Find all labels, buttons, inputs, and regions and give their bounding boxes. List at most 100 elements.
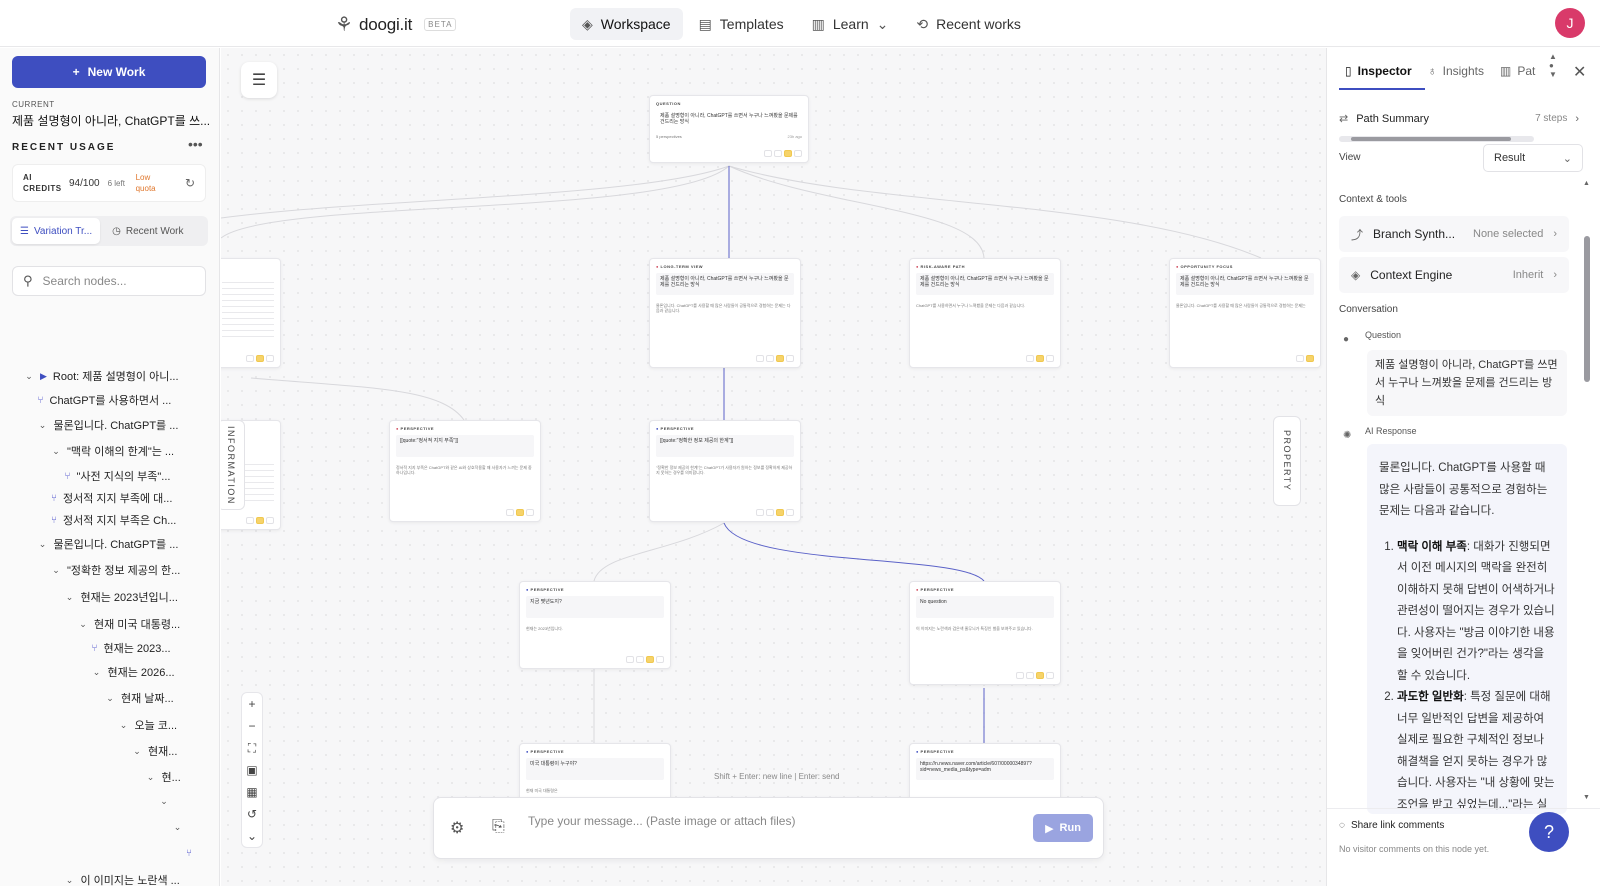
tree-item[interactable]: ⑂ 정서적 지지 부족은 Ch... bbox=[51, 512, 176, 528]
node-question: 제품 설명형이 아니라, ChatGPT를 쓰면서 누구나 느껴봤을 문제를 건… bbox=[916, 273, 1054, 295]
settings-icon[interactable]: ⚙ bbox=[450, 818, 464, 838]
close-icon[interactable]: ✕ bbox=[1573, 62, 1586, 82]
tree-item[interactable]: ⌄ 현재... bbox=[132, 743, 177, 759]
chevron-down-icon[interactable]: ⌄ bbox=[38, 539, 48, 550]
zoom-out-icon[interactable]: − bbox=[241, 715, 263, 737]
tree-item[interactable]: ⌄ "정확한 정보 제공의 한... bbox=[51, 562, 180, 578]
chevron-down-icon[interactable]: ⌄ bbox=[24, 371, 34, 382]
chevron-down-icon[interactable]: ⌄ bbox=[65, 875, 75, 886]
workspace-canvas[interactable]: ☰ QUESTION 제품 설명형이 아니라, ChatGPT를 쓰면서 누구나… bbox=[221, 48, 1326, 886]
message-input[interactable]: Type your message... (Paste image or att… bbox=[528, 814, 795, 828]
node-actions[interactable] bbox=[756, 509, 794, 516]
tree-item[interactable]: ⌄ "맥락 이해의 한계"는 ... bbox=[51, 443, 174, 459]
tab-insights[interactable]: ♁ Insights bbox=[1428, 48, 1484, 94]
chevron-down-icon[interactable]: ⌄ bbox=[119, 720, 129, 731]
tab-scrollbar-thumb[interactable] bbox=[1351, 137, 1511, 141]
node-actions[interactable] bbox=[764, 150, 802, 157]
node-actions[interactable] bbox=[1026, 355, 1054, 362]
zoom-in-icon[interactable]: + bbox=[241, 693, 263, 715]
node-actions[interactable] bbox=[1296, 355, 1314, 362]
chevron-down-icon[interactable]: ⌄ bbox=[146, 772, 156, 783]
reset-icon[interactable]: ↺ bbox=[241, 803, 263, 825]
nav-learn[interactable]: ▥ Learn ⌄ bbox=[800, 8, 901, 40]
current-title[interactable]: 제품 설명형이 아니라, ChatGPT를 쓰... bbox=[12, 112, 212, 129]
attach-icon[interactable]: ⎘ bbox=[492, 818, 505, 836]
lock-icon[interactable]: ▣ bbox=[241, 759, 263, 781]
tree-item[interactable]: ⌄ 현... bbox=[146, 769, 181, 785]
run-button[interactable]: ▶ Run bbox=[1033, 814, 1093, 842]
nav-recent-works[interactable]: ⟲ Recent works bbox=[904, 8, 1033, 40]
chevron-down-icon[interactable]: ⌄ bbox=[51, 565, 61, 576]
tree-item[interactable]: ⑂ 현재는 2023... bbox=[92, 640, 171, 656]
tree-item[interactable]: ⌄ 현재는 2026... bbox=[92, 664, 175, 680]
tree-item[interactable]: ⌄ 이 이미지는 노란색 ... bbox=[65, 872, 180, 886]
avatar[interactable]: J bbox=[1555, 8, 1585, 38]
new-work-button[interactable]: + New Work bbox=[12, 56, 206, 88]
chevron-down-icon[interactable]: ⌄ bbox=[105, 693, 115, 704]
tree-item[interactable]: ⌄ 현재 미국 대통령... bbox=[78, 616, 180, 632]
tab-variation-tree[interactable]: ☰ Variation Tr... bbox=[12, 218, 101, 244]
node-actions[interactable] bbox=[506, 509, 534, 516]
logo[interactable]: ⚘ doogi.it BETA bbox=[335, 12, 457, 37]
more-icon[interactable]: ••• bbox=[188, 136, 203, 152]
tree-item[interactable]: ⌄ 물론입니다. ChatGPT를 ... bbox=[38, 417, 179, 433]
scroll-up-icon[interactable]: ▲ bbox=[1583, 180, 1590, 187]
search-input[interactable] bbox=[42, 274, 183, 288]
tree-item[interactable]: ⌄ 오늘 코... bbox=[119, 717, 177, 733]
node-risk-aware-path[interactable]: RISK-AWARE PATH 제품 설명형이 아니라, ChatGPT를 쓰면… bbox=[909, 258, 1061, 368]
node-actions[interactable] bbox=[626, 656, 664, 663]
chevron-down-icon[interactable]: ⌄ bbox=[51, 446, 61, 457]
view-select[interactable]: Result ⌄ bbox=[1483, 144, 1583, 172]
chevron-down-icon[interactable]: ⌄ bbox=[173, 822, 183, 833]
node-root[interactable]: QUESTION 제품 설명형이 아니라, ChatGPT를 쓰면서 누구나 느… bbox=[649, 95, 809, 163]
chevron-down-icon[interactable]: ⌄ bbox=[38, 420, 48, 431]
grid-icon[interactable]: ▦ bbox=[241, 781, 263, 803]
nav-templates[interactable]: ▤ Templates bbox=[687, 8, 796, 40]
tree-item[interactable]: ⑂ 정서적 지지 부족에 대... bbox=[51, 490, 172, 506]
tree-item[interactable]: ⌄ 현재 날짜... bbox=[105, 690, 174, 706]
scroll-down-icon[interactable]: ▼ bbox=[1583, 794, 1590, 801]
context-engine-row[interactable]: ◈ Context Engine Inherit › bbox=[1339, 257, 1569, 293]
share-link-comments[interactable]: ◌ Share link comments bbox=[1339, 820, 1444, 831]
fit-view-icon[interactable]: ⛶ bbox=[241, 737, 263, 759]
node-actions[interactable] bbox=[756, 355, 794, 362]
tree-item[interactable]: ⑂ ChatGPT를 사용하면서 ... bbox=[38, 392, 172, 408]
property-panel-toggle[interactable]: PROPERTY bbox=[1273, 416, 1301, 506]
node-actions[interactable] bbox=[246, 355, 274, 362]
tree-item[interactable]: ⌄ ▶ Root: 제품 설명형이 아니... bbox=[24, 368, 178, 384]
chevron-down-icon[interactable]: ⌄ bbox=[78, 619, 88, 630]
tree-item[interactable]: ⌄ bbox=[173, 822, 189, 833]
information-panel-toggle[interactable]: INFORMATION bbox=[221, 420, 245, 510]
chevron-down-icon[interactable]: ⌄ bbox=[92, 667, 102, 678]
tab-scroll-arrows[interactable]: ▲ ● ▼ bbox=[1549, 52, 1557, 79]
node-opportunity-focus[interactable]: OPPORTUNITY FOCUS 제품 설명형이 아니라, ChatGPT를 … bbox=[1169, 258, 1321, 368]
node-actions[interactable] bbox=[246, 517, 274, 524]
tree-item[interactable]: ⌄ 현재는 2023년입니... bbox=[65, 589, 178, 605]
tree-item[interactable]: ⌄ 물론입니다. ChatGPT를 ... bbox=[38, 536, 179, 552]
chevron-down-icon[interactable]: ⌄ bbox=[65, 592, 75, 603]
refresh-icon[interactable]: ↻ bbox=[185, 176, 195, 190]
tree-item[interactable]: ⌄ bbox=[159, 796, 175, 807]
tab-path[interactable]: ▥ Pat bbox=[1500, 48, 1535, 94]
panel-scrollbar[interactable] bbox=[1584, 236, 1590, 382]
tab-recent-work[interactable]: ◷ Recent Work bbox=[104, 218, 191, 244]
node-actions[interactable] bbox=[1016, 672, 1054, 679]
node-long-term-view[interactable]: LONG-TERM VIEW 제품 설명형이 아니라, ChatGPT를 쓰면서… bbox=[649, 258, 801, 368]
help-button[interactable]: ? bbox=[1529, 812, 1569, 852]
chevron-down-icon[interactable]: ⌄ bbox=[132, 746, 142, 757]
node-perspective-emotional[interactable]: PERSPECTIVE [[quote:"정서적 지지 부족"]] 정서적 지지… bbox=[389, 420, 541, 522]
menu-button[interactable]: ☰ bbox=[241, 62, 277, 98]
node-left-partial[interactable] bbox=[221, 258, 281, 368]
node-perspective-accuracy[interactable]: PERSPECTIVE [[quote:"정확한 정보 제공의 한계"]] "정… bbox=[649, 420, 801, 522]
chevron-down-icon[interactable]: ⌄ bbox=[159, 796, 169, 807]
nav-workspace[interactable]: ◈ Workspace bbox=[570, 8, 683, 40]
node-answer: 정서적 지지 부족은 ChatGPT와 같은 AI와 상호작용할 때 사용자가 … bbox=[396, 465, 532, 475]
branch-synth-row[interactable]: ⤴ Branch Synth... None selected › bbox=[1339, 216, 1569, 252]
path-summary-row[interactable]: ⇄ Path Summary 7 steps › bbox=[1339, 112, 1579, 126]
play-icon: ▶ bbox=[40, 370, 47, 381]
node-perspective-image[interactable]: PERSPECTIVE No question 이 이미지는 노란색과 검은색 … bbox=[909, 581, 1061, 685]
node-perspective-year[interactable]: PERSPECTIVE 지금 몇년도지? 현재는 2023년입니다. bbox=[519, 581, 671, 669]
collapse-icon[interactable]: ⌄ bbox=[241, 825, 263, 847]
tree-item[interactable]: ⑂ "사전 지식의 부족"... bbox=[65, 468, 171, 484]
tree-item[interactable]: ⑂ bbox=[186, 848, 198, 859]
